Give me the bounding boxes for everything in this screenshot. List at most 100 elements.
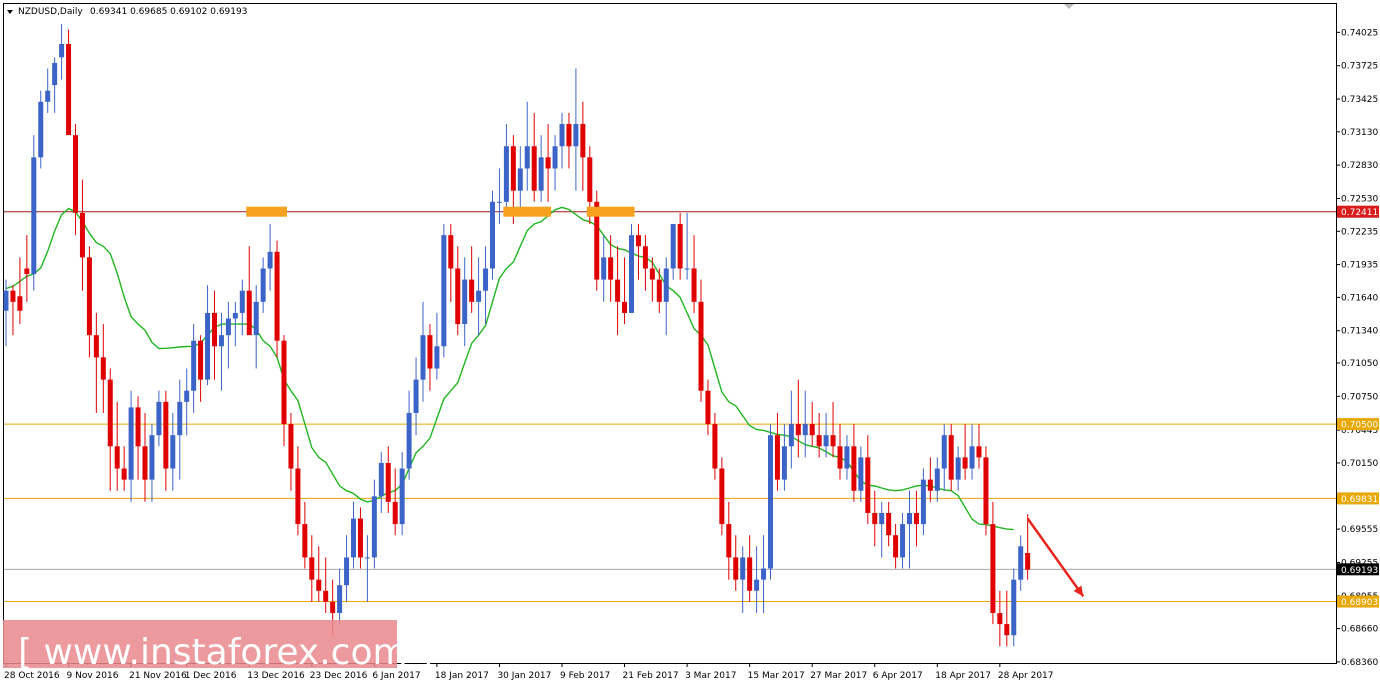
x-tick-label: 27 Mar 2017 — [810, 671, 867, 681]
candle-body — [371, 496, 377, 558]
candle-body — [469, 279, 475, 302]
candle-body — [79, 212, 85, 258]
candle-body — [642, 246, 648, 269]
resistance-touch-marker — [246, 206, 287, 217]
candle-body — [893, 535, 899, 558]
price-label-text: 0.68903 — [1341, 598, 1378, 608]
candle-body — [997, 612, 1003, 625]
candle — [490, 190, 495, 280]
y-tick-label: 0.68360 — [1341, 658, 1378, 668]
candle-body — [191, 340, 197, 391]
candle-body — [330, 601, 336, 613]
candle-body — [990, 524, 996, 613]
candle-body — [24, 268, 30, 275]
candle-body — [712, 424, 718, 469]
candle-body — [31, 157, 37, 275]
y-tick-label: 0.74025 — [1341, 28, 1378, 38]
candle-body — [531, 146, 537, 191]
candle-body — [941, 435, 947, 469]
candle-body — [267, 251, 273, 269]
candle-body — [462, 279, 468, 325]
y-tick-label: 0.72530 — [1341, 194, 1378, 204]
candle-body — [156, 401, 162, 436]
candle-body — [218, 335, 224, 347]
candle-body — [253, 301, 259, 336]
candle-body — [886, 512, 892, 536]
candle-body — [879, 512, 885, 525]
candle-body — [239, 290, 245, 313]
candle-body — [59, 44, 65, 58]
candle-body — [142, 446, 148, 480]
candle-body — [802, 424, 808, 436]
candle-body — [698, 301, 704, 391]
candle — [38, 90, 44, 169]
candle-body — [552, 146, 558, 169]
candle-body — [66, 44, 72, 136]
candle-body — [496, 201, 502, 203]
candle-body — [351, 518, 356, 558]
candle-body — [121, 468, 127, 480]
y-tick-label: 0.72235 — [1341, 227, 1378, 237]
plot-frame — [3, 3, 1337, 664]
candle-body — [378, 462, 384, 497]
price-label-text: 0.69193 — [1341, 566, 1378, 576]
candle-body — [635, 235, 641, 247]
candle-body — [170, 435, 176, 469]
x-tick-label: 6 Apr 2017 — [873, 671, 923, 681]
candle-body — [788, 424, 794, 447]
y-tick-label: 0.71935 — [1341, 261, 1378, 271]
candle-body — [656, 279, 662, 302]
y-tick-label: 0.71640 — [1341, 293, 1378, 303]
candle-body — [337, 585, 343, 613]
candle-body — [309, 557, 315, 580]
price-chart[interactable]: 0.74025 0.73725 0.73425 0.73130 0.72830 0.725… — [0, 0, 1380, 689]
ohlc-values: 0.69341 0.69685 0.69102 0.69193 — [90, 7, 247, 17]
candle-body — [976, 446, 982, 458]
x-tick-label: 18 Jan 2017 — [435, 671, 489, 681]
candle-body — [399, 468, 405, 525]
candle-body — [288, 424, 294, 469]
candle-body — [323, 590, 329, 602]
candle-body — [830, 435, 836, 447]
x-tick-label: 3 Mar 2017 — [685, 671, 736, 681]
candle-body — [128, 407, 134, 480]
candle-body — [232, 312, 238, 319]
candle — [719, 457, 725, 536]
x-tick-label: 28 Apr 2017 — [998, 671, 1054, 681]
candle-body — [920, 479, 926, 525]
candle-body — [1011, 579, 1017, 636]
candle-body — [955, 457, 961, 480]
chart-window: 0.74025 0.73725 0.73425 0.73130 0.72830 0.725… — [0, 0, 1380, 689]
y-tick-label: 0.71050 — [1341, 359, 1378, 369]
candle-body — [837, 446, 843, 469]
candle-body — [913, 512, 919, 525]
candle-body — [1025, 552, 1031, 570]
candle-body — [490, 201, 495, 269]
candle-body — [649, 268, 655, 280]
candle — [1011, 568, 1017, 647]
price-label-level: 0.70500 — [1337, 418, 1379, 431]
price-label-level: 0.69831 — [1337, 492, 1379, 505]
candle-body — [524, 146, 530, 169]
candle-body — [823, 435, 829, 447]
watermark-text: [ www.instaforex.com ] — [18, 632, 433, 673]
candle-body — [601, 257, 607, 280]
candle-body — [691, 268, 697, 302]
candle-body — [670, 224, 676, 269]
candle-body — [455, 268, 461, 325]
candle-body — [684, 268, 690, 270]
candle-body — [816, 435, 822, 447]
price-label-resistance: 0.72411 — [1337, 205, 1379, 218]
price-label-text: 0.70500 — [1341, 421, 1378, 431]
candle-body — [73, 135, 78, 213]
candle-body — [420, 335, 426, 380]
candle-body — [100, 357, 106, 380]
price-label-text: 0.72411 — [1341, 208, 1378, 218]
candle-body — [476, 290, 482, 302]
candle-body — [10, 290, 16, 302]
candle-body — [615, 279, 621, 302]
candle-body — [441, 235, 447, 347]
y-tick-label: 0.73425 — [1341, 95, 1378, 105]
candle-body — [747, 557, 753, 591]
candle-body — [754, 579, 760, 591]
